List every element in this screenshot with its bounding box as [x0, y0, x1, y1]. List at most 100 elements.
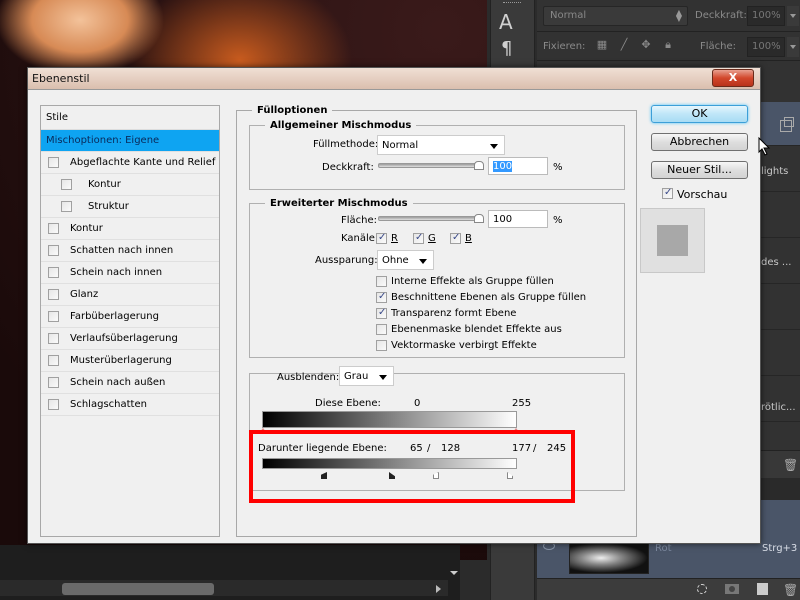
- checkbox[interactable]: [61, 201, 72, 212]
- layer-link-icon[interactable]: [780, 117, 794, 132]
- checkbox[interactable]: [48, 157, 59, 168]
- blend-mode-value: Normal: [382, 140, 419, 151]
- style-item[interactable]: Schlagschatten: [41, 394, 219, 416]
- checkbox[interactable]: [48, 333, 59, 344]
- layer-fill-dropdown-icon[interactable]: [787, 37, 799, 57]
- style-item[interactable]: Abgeflachte Kante und Relief: [41, 152, 219, 174]
- dialog-titlebar[interactable]: Ebenenstil X: [28, 68, 760, 90]
- style-item[interactable]: Schein nach innen: [41, 262, 219, 284]
- opacity-value: 100: [493, 161, 513, 172]
- scroll-right-arrow-icon[interactable]: [436, 585, 441, 593]
- checkbox[interactable]: [48, 355, 59, 366]
- style-item-label: Schlagschatten: [70, 399, 147, 410]
- style-item[interactable]: Musterüberlagerung: [41, 350, 219, 372]
- ok-button[interactable]: OK: [651, 105, 748, 123]
- checkbox[interactable]: [413, 232, 424, 244]
- horizontal-scrollbar-thumb[interactable]: [62, 583, 214, 595]
- checkbox[interactable]: [376, 276, 387, 287]
- style-item-label: Musterüberlagerung: [70, 355, 172, 366]
- layer-blend-mode-value: Normal: [550, 10, 587, 21]
- channels-footer: 🗑︎: [537, 578, 800, 600]
- this-layer-label: Diese Ebene:: [315, 398, 381, 409]
- new-channel-icon[interactable]: [757, 583, 768, 595]
- layer-opacity-label: Deckkraft:: [695, 10, 747, 21]
- blend-if-select[interactable]: Grau: [339, 366, 394, 386]
- style-item[interactable]: Mischoptionen: Eigene: [41, 130, 219, 152]
- opacity-input[interactable]: 100: [488, 157, 548, 175]
- advanced-option-label: Interne Effekte als Gruppe füllen: [391, 276, 554, 287]
- type-tool-icon[interactable]: A: [499, 10, 513, 34]
- fill-unit: %: [553, 215, 563, 226]
- checkbox[interactable]: [48, 223, 59, 234]
- load-selection-icon[interactable]: [697, 584, 707, 594]
- checkbox[interactable]: [450, 232, 461, 244]
- layer-opacity-field[interactable]: 100%: [747, 6, 785, 26]
- style-preview-swatch: [657, 225, 688, 256]
- cancel-button[interactable]: Abbrechen: [651, 133, 748, 151]
- fill-value: 100: [493, 214, 513, 225]
- grip-icon[interactable]: [503, 2, 521, 4]
- lock-all-icon[interactable]: 🔒︎: [661, 38, 675, 52]
- checkbox[interactable]: [376, 232, 387, 244]
- style-item-label: Verlaufsüberlagerung: [70, 333, 178, 344]
- close-button[interactable]: X: [712, 69, 754, 87]
- style-item[interactable]: Struktur: [41, 196, 219, 218]
- blend-if-label: Ausblenden:: [277, 372, 340, 383]
- new-style-button[interactable]: Neuer Stil...: [651, 161, 748, 179]
- style-item[interactable]: Verlaufsüberlagerung: [41, 328, 219, 350]
- style-preview: [640, 208, 705, 273]
- knockout-select[interactable]: Ohne: [377, 250, 434, 270]
- style-item[interactable]: Schein nach außen: [41, 372, 219, 394]
- lock-icons: ▦ ╱ ✥ 🔒︎: [595, 38, 675, 52]
- checkbox[interactable]: [376, 307, 387, 319]
- highlight-frame: [249, 430, 575, 503]
- advanced-option-label: Beschnittene Ebenen als Gruppe füllen: [391, 292, 587, 303]
- fill-label: Fläche:: [341, 215, 378, 226]
- checkbox[interactable]: [48, 245, 59, 256]
- general-blending-group: Allgemeiner Mischmodus: [249, 120, 625, 190]
- blend-mode-select[interactable]: Normal: [377, 135, 505, 155]
- paragraph-icon[interactable]: ¶: [501, 38, 512, 59]
- layer-name: rötlic...: [761, 402, 796, 413]
- advanced-blending-title: Erweiterter Mischmodus: [270, 198, 408, 209]
- style-item[interactable]: Glanz: [41, 284, 219, 306]
- style-item[interactable]: Kontur: [41, 218, 219, 240]
- layer-fill-label: Fläche:: [700, 41, 737, 52]
- channels-label: Kanäle:: [341, 233, 379, 244]
- style-item-label: Mischoptionen: Eigene: [46, 135, 160, 146]
- style-item-label: Glanz: [70, 289, 99, 300]
- layer-blend-mode-select[interactable]: Normal ▲ ▼: [543, 6, 688, 26]
- checkbox[interactable]: [376, 324, 387, 335]
- lock-paint-icon[interactable]: ╱: [617, 38, 631, 52]
- lock-transparency-icon[interactable]: ▦: [595, 38, 609, 52]
- layer-fill-field[interactable]: 100%: [747, 37, 785, 57]
- checkbox[interactable]: [48, 399, 59, 410]
- lock-position-icon[interactable]: ✥: [639, 38, 653, 52]
- style-item[interactable]: Kontur: [41, 174, 219, 196]
- save-selection-mask-icon[interactable]: [725, 584, 739, 594]
- checkbox[interactable]: [376, 340, 387, 351]
- delete-channel-trash-icon[interactable]: 🗑︎: [783, 583, 798, 597]
- opacity-slider[interactable]: [378, 163, 483, 168]
- checkbox[interactable]: [48, 267, 59, 278]
- mouse-cursor-icon: [758, 137, 771, 156]
- style-item[interactable]: Schatten nach innen: [41, 240, 219, 262]
- style-item[interactable]: Farbüberlagerung: [41, 306, 219, 328]
- layer-name: lights: [761, 166, 789, 177]
- channel-name: Rot: [655, 543, 672, 554]
- opacity-slider-thumb[interactable]: [474, 161, 484, 170]
- trash-icon[interactable]: 🗑︎: [783, 458, 798, 472]
- fill-input[interactable]: 100: [488, 210, 548, 228]
- checkbox[interactable]: [48, 289, 59, 300]
- checkbox[interactable]: [376, 291, 387, 303]
- checkbox[interactable]: [662, 187, 673, 199]
- checkbox[interactable]: [61, 179, 72, 190]
- checkbox[interactable]: [48, 311, 59, 322]
- scroll-down-arrow-icon[interactable]: [450, 571, 458, 575]
- fill-slider[interactable]: [378, 216, 483, 221]
- checkbox[interactable]: [48, 377, 59, 388]
- style-item-label: Abgeflachte Kante und Relief: [70, 157, 216, 168]
- fill-slider-thumb[interactable]: [474, 214, 484, 223]
- layer-opacity-dropdown-icon[interactable]: [787, 6, 799, 26]
- dialog-title: Ebenenstil: [32, 72, 90, 85]
